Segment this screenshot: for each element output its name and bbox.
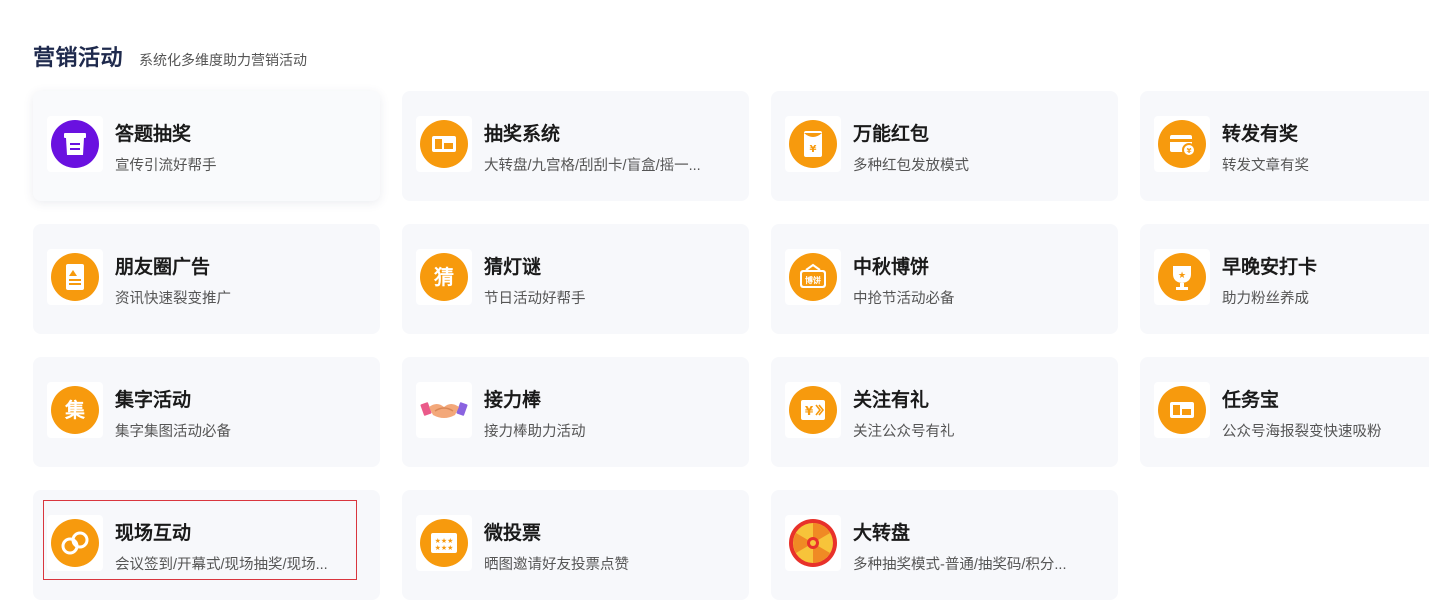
activity-description: 会议签到/开幕式/现场抽奖/现场... [115,557,328,573]
activity-description: 大转盘/九宫格/刮刮卡/盲盒/摇一... [484,158,701,174]
activity-description: 公众号海报裂变快速吸粉 [1222,424,1382,440]
section-title: 营销活动 [33,45,124,70]
svg-text:集: 集 [64,398,86,422]
ticket-icon [416,116,472,172]
activity-description: 多种红包发放模式 [853,158,969,174]
trophy-icon: ★ [1154,249,1210,305]
activity-name: 现场互动 [115,523,192,544]
section-header: 营销活动 系统化多维度助力营销活动 [33,40,307,72]
collect-word-icon: 集 [47,382,103,438]
svg-text:猜: 猜 [433,265,454,289]
mooncake-icon: 博饼 [785,249,841,305]
activity-card[interactable]: 大转盘多种抽奖模式-普通/抽奖码/积分... [771,490,1118,600]
activity-description: 节日活动好帮手 [484,291,586,307]
poster-icon [47,249,103,305]
activity-description: 晒图邀请好友投票点赞 [484,557,629,573]
activity-name: 答题抽奖 [115,124,192,145]
activity-name: 转发有奖 [1222,124,1299,145]
activity-card[interactable]: ¥ 转发有奖转发文章有奖 [1140,91,1429,201]
activity-description: 转发文章有奖 [1222,158,1309,174]
svg-text:★★★: ★★★ [435,544,454,552]
activity-description: 宣传引流好帮手 [115,158,217,174]
wheel-icon [785,515,841,571]
share-reward-icon: ¥ [1154,116,1210,172]
quiz-icon [47,116,103,172]
vote-icon: ★★★ ★★★ [416,515,472,571]
activity-name: 微投票 [484,523,542,544]
activity-card[interactable]: ¥ 万能红包多种红包发放模式 [771,91,1118,201]
activity-card[interactable]: 博饼 中秋博饼中抢节活动必备 [771,224,1118,334]
svg-text:¥: ¥ [1187,147,1192,155]
activity-card[interactable]: 现场互动会议签到/开幕式/现场抽奖/现场... [33,490,380,600]
activity-name: 万能红包 [853,124,930,145]
task-treasure-icon [1154,382,1210,438]
activity-card[interactable]: 任务宝公众号海报裂变快速吸粉 [1140,357,1429,467]
activity-name: 早晚安打卡 [1222,257,1318,278]
activity-name: 朋友圈广告 [115,257,211,278]
activity-card[interactable]: 抽奖系统大转盘/九宫格/刮刮卡/盲盒/摇一... [402,91,749,201]
activity-card[interactable]: 集 集字活动集字集图活动必备 [33,357,380,467]
activity-name: 接力棒 [484,390,542,411]
svg-text:¥: ¥ [805,404,814,418]
activity-description: 资讯快速裂变推广 [115,291,231,307]
activity-name: 关注有礼 [853,390,930,411]
activity-card[interactable]: 答题抽奖宣传引流好帮手 [33,91,380,201]
activity-card[interactable]: ¥ 关注有礼关注公众号有礼 [771,357,1118,467]
activity-name: 集字活动 [115,390,192,411]
handshake-icon [416,382,472,438]
activity-name: 抽奖系统 [484,124,561,145]
section-subtitle: 系统化多维度助力营销活动 [139,52,308,68]
svg-text:¥: ¥ [810,144,817,155]
live-interaction-icon [47,515,103,571]
red-packet-icon: ¥ [785,116,841,172]
activity-name: 任务宝 [1222,390,1280,411]
activity-card[interactable]: 朋友圈广告资讯快速裂变推广 [33,224,380,334]
activity-card[interactable]: 猜 猜灯谜节日活动好帮手 [402,224,749,334]
activity-description: 助力粉丝养成 [1222,291,1309,307]
follow-gift-icon: ¥ [785,382,841,438]
svg-text:★: ★ [1178,271,1186,281]
activity-card[interactable]: ★ 早晚安打卡助力粉丝养成 [1140,224,1429,334]
activity-description: 集字集图活动必备 [115,424,231,440]
activity-name: 猜灯谜 [484,257,542,278]
svg-text:博饼: 博饼 [805,275,821,285]
activity-description: 中抢节活动必备 [853,291,955,307]
riddle-icon: 猜 [416,249,472,305]
activity-description: 关注公众号有礼 [853,424,955,440]
activity-name: 大转盘 [853,523,911,544]
activity-card[interactable]: 接力棒接力棒助力活动 [402,357,749,467]
activity-description: 多种抽奖模式-普通/抽奖码/积分... [853,557,1067,573]
activity-name: 中秋博饼 [853,257,930,278]
activity-description: 接力棒助力活动 [484,424,586,440]
activity-card[interactable]: ★★★ ★★★ 微投票晒图邀请好友投票点赞 [402,490,749,600]
